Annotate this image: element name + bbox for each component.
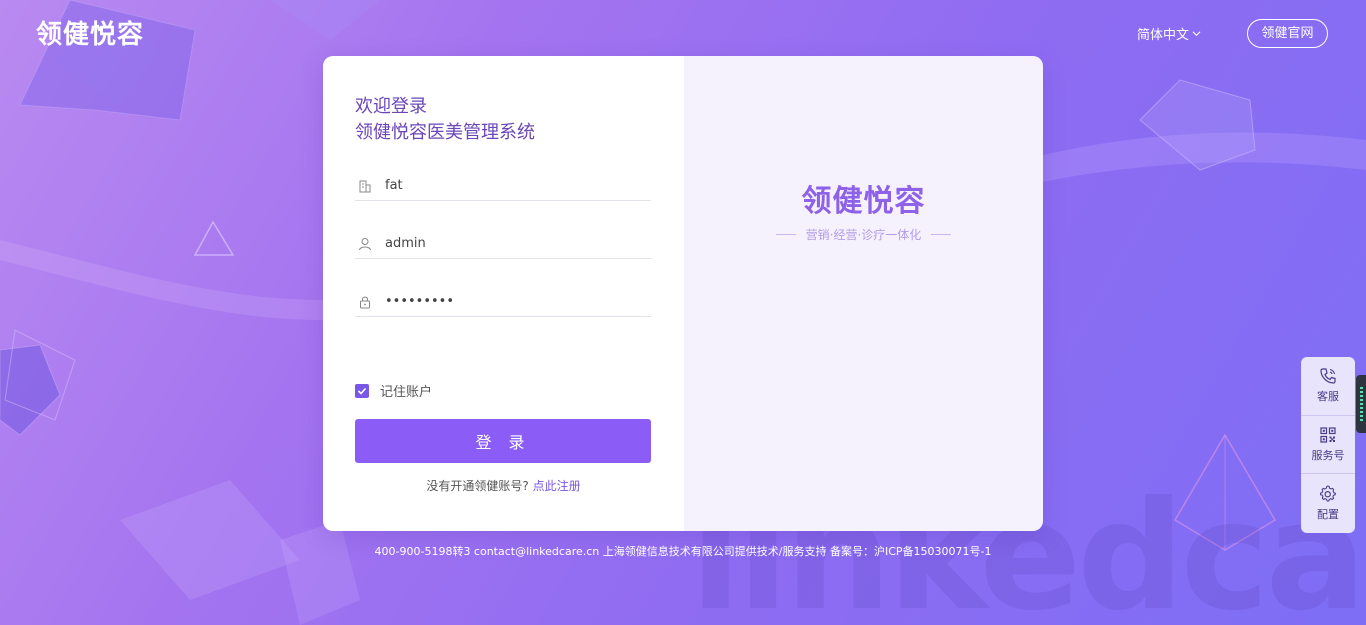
lock-icon [360, 296, 370, 308]
welcome-line-2: 领健悦容医美管理系统 [355, 122, 535, 143]
welcome-heading: 欢迎登录 领健悦容医美管理系统 [355, 94, 535, 146]
service-account-label: 服务号 [1311, 448, 1345, 462]
chevron-down-icon [1192, 31, 1201, 37]
remember-account-checkbox[interactable]: 记住账户 [355, 381, 432, 400]
promo-slogan: 营销·经营·诊疗一体化 [684, 226, 1043, 243]
building-icon [359, 180, 371, 192]
tenant-input[interactable] [385, 173, 635, 198]
edge-widget-indicator [1360, 387, 1363, 421]
register-prompt: 没有开通领健账号? 点此注册 [323, 477, 684, 494]
footer-info: 400-900-5198转3 contact@linkedcare.cn 上海领… [374, 545, 992, 558]
slogan-divider-left [775, 234, 796, 235]
register-prompt-text: 没有开通领健账号? [426, 479, 529, 493]
remember-account-label: 记住账户 [380, 385, 433, 400]
phone-icon [1320, 368, 1336, 384]
password-input[interactable] [385, 289, 635, 314]
login-form-panel: 欢迎登录 领健悦容医美管理系统 fat admin 记住账户 登 录 没有开通领… [323, 56, 684, 531]
checkbox-checked-icon[interactable] [355, 383, 369, 398]
language-selector[interactable]: 简体中文 [1137, 24, 1201, 43]
password-field [355, 287, 651, 317]
floating-side-panel: 客服 服务号 配置 [1301, 357, 1355, 533]
qrcode-icon [1320, 427, 1336, 443]
login-card: 欢迎登录 领健悦容医美管理系统 fat admin 记住账户 登 录 没有开通领… [323, 56, 1043, 531]
service-account-button[interactable]: 服务号 [1301, 416, 1355, 475]
language-label: 简体中文 [1137, 28, 1190, 43]
welcome-line-1: 欢迎登录 [355, 96, 427, 117]
slogan-divider-right [931, 234, 952, 235]
tenant-field [355, 171, 651, 201]
promo-slogan-text: 营销·经营·诊疗一体化 [805, 228, 922, 242]
settings-label: 配置 [1317, 507, 1339, 521]
customer-service-button[interactable]: 客服 [1301, 357, 1355, 416]
user-icon [359, 237, 371, 250]
settings-button[interactable]: 配置 [1301, 474, 1355, 533]
login-button[interactable]: 登 录 [355, 419, 651, 463]
gear-icon [1319, 485, 1337, 502]
promo-logo: 领健悦容 [801, 184, 926, 219]
username-input[interactable] [385, 231, 635, 256]
official-site-button[interactable]: 领健官网 [1247, 19, 1328, 48]
promo-panel: 领健悦容 营销·经营·诊疗一体化 [684, 56, 1043, 531]
username-field [355, 229, 651, 259]
register-link[interactable]: 点此注册 [533, 479, 581, 493]
header-brand-logo: 领健悦容 [36, 20, 145, 50]
edge-widget-tab[interactable] [1356, 375, 1366, 433]
customer-service-label: 客服 [1317, 390, 1339, 404]
